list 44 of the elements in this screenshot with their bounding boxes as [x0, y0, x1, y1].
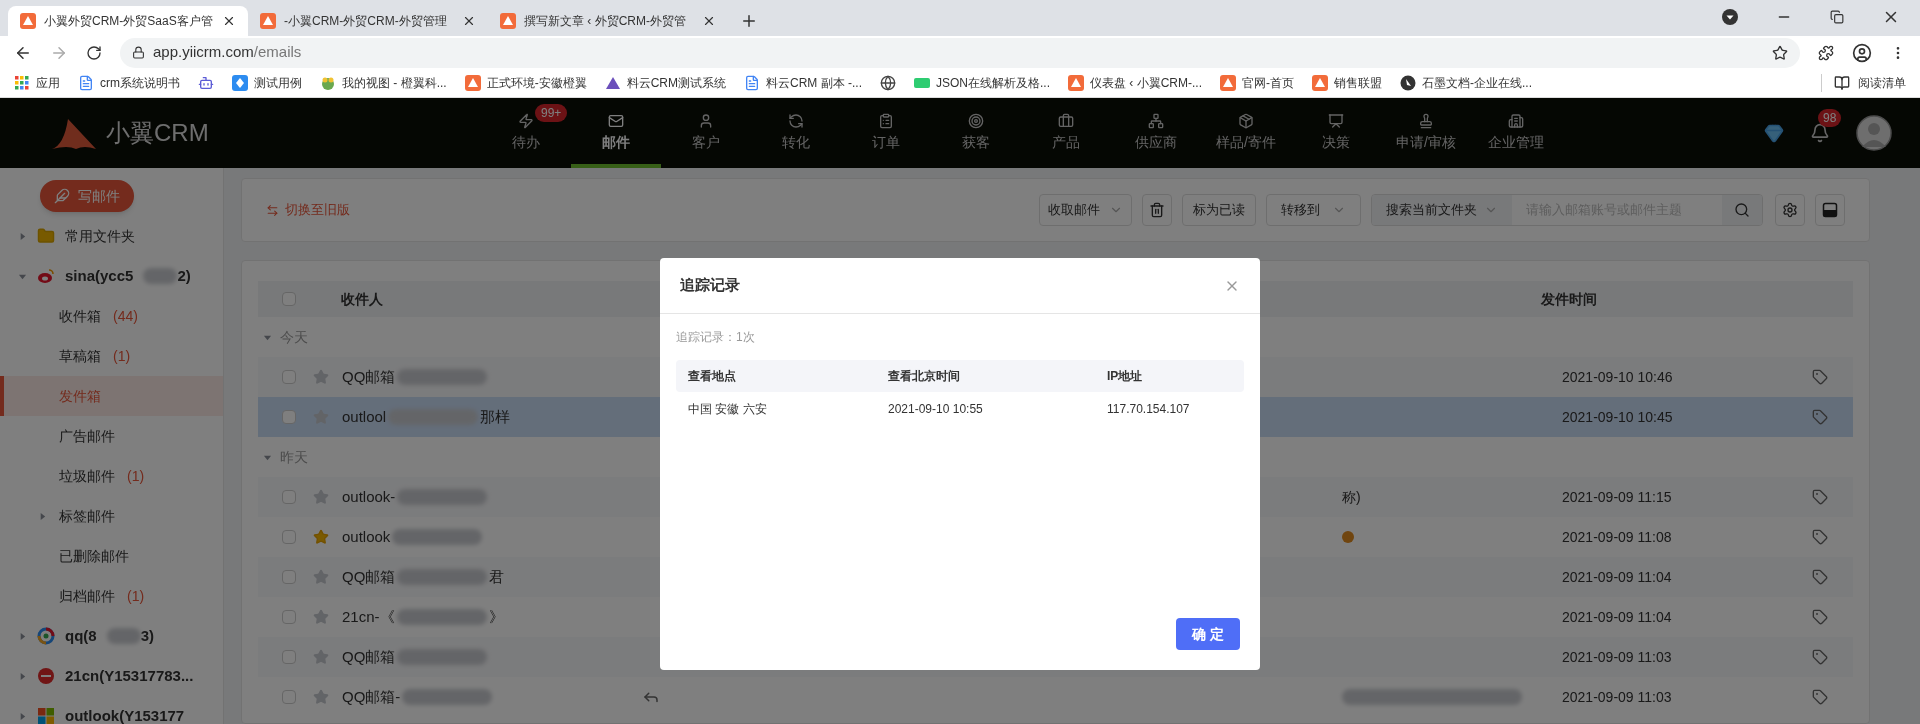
tab-title: -小翼CRM-外贸CRM-外贸管理 — [284, 13, 448, 30]
sent-time: 2021-09-10 10:45 — [1562, 407, 1674, 427]
account-name-tail: 3) — [140, 625, 154, 646]
column-header: 查看地点 — [688, 368, 737, 385]
url-path: /emails — [253, 42, 302, 63]
count-badge: 99+ — [535, 104, 568, 122]
dialog-title: 追踪记录 — [680, 275, 740, 296]
recipient-name: outlool — [342, 406, 387, 427]
sent-time: 2021-09-09 11:03 — [1562, 687, 1673, 707]
recipient-name: outlook — [342, 526, 391, 547]
unread-count: (44) — [113, 306, 138, 326]
unread-count: (1) — [113, 346, 131, 366]
column-header: 收件人 — [341, 289, 384, 309]
sent-time: 2021-09-09 11:04 — [1562, 567, 1673, 587]
account-name-tail: 2) — [177, 265, 191, 286]
app-logo-text: 小翼CRM — [106, 118, 209, 148]
recipient-name: QQ邮箱 — [342, 646, 396, 667]
recipient-name: QQ邮箱- — [342, 686, 401, 707]
notification-badge: 98 — [1818, 109, 1842, 127]
recipient-name: QQ邮箱 — [342, 366, 396, 387]
sent-time: 2021-09-09 11:03 — [1562, 647, 1673, 667]
recipient-tail: 那样 — [480, 406, 511, 427]
table-cell-text: 117.70.154.107 — [1107, 401, 1190, 418]
table-cell-text: 中国 安徽 六安 — [688, 401, 768, 418]
recipient-name: QQ邮箱 — [342, 566, 396, 587]
subject-text: 称) — [1342, 487, 1361, 507]
url-host: app.yiicrm.com — [153, 42, 254, 63]
column-header: 发件时间 — [1541, 289, 1597, 309]
tab-title: 小翼外贸CRM-外贸SaaS客户管 — [44, 13, 214, 30]
recipient-tail: 》 — [488, 606, 504, 627]
sent-time: 2021-09-09 11:04 — [1562, 607, 1673, 627]
sent-time: 2021-09-10 10:46 — [1562, 367, 1674, 387]
sent-time: 2021-09-09 11:15 — [1562, 487, 1673, 507]
tab-title: 撰写新文章 ‹ 外贸CRM-外贸管 — [524, 13, 687, 30]
column-header: 查看北京时间 — [888, 368, 961, 385]
sent-time: 2021-09-09 11:08 — [1562, 527, 1673, 547]
unread-count: (1) — [127, 466, 145, 486]
tracking-summary: 追踪记录：1次 — [676, 329, 756, 346]
column-header: IP地址 — [1107, 368, 1143, 385]
unread-count: (1) — [127, 586, 145, 606]
recipient-name: 21cn-《 — [342, 606, 395, 627]
table-cell-text: 2021-09-10 10:55 — [888, 401, 984, 418]
recipient-tail: 君 — [489, 566, 505, 587]
recipient-name: outlook- — [342, 486, 396, 507]
